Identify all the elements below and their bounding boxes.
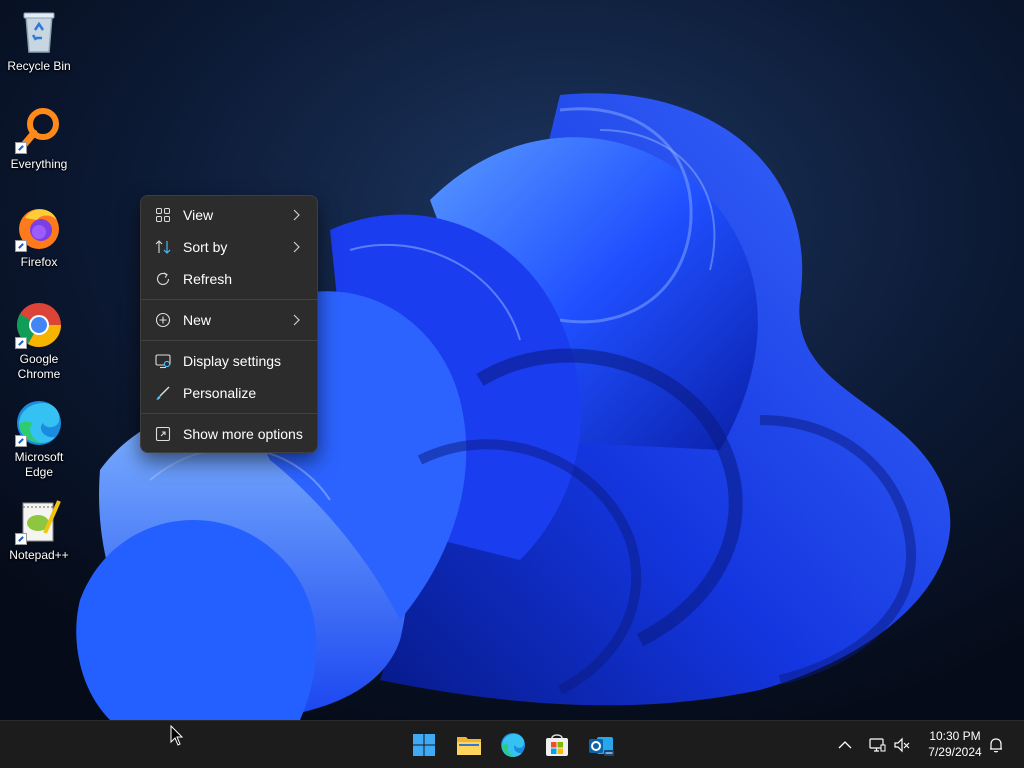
- menu-item-label: View: [183, 207, 214, 223]
- taskbar-edge[interactable]: [497, 729, 529, 761]
- edge-icon: [501, 733, 525, 757]
- clock-date: 7/29/2024: [928, 745, 982, 759]
- chevron-right-icon: [293, 209, 300, 221]
- file-explorer-icon: [457, 737, 481, 755]
- desktop-icon-label: Everything: [10, 157, 68, 171]
- desktop-icon-label: Notepad++: [9, 548, 69, 562]
- menu-item-view[interactable]: View: [145, 200, 313, 230]
- menu-separator: [141, 340, 317, 341]
- desktop-icon-notepadpp[interactable]: Notepad++: [4, 497, 74, 563]
- volume-muted-icon[interactable]: [892, 735, 912, 755]
- menu-item-label: Refresh: [183, 271, 233, 287]
- menu-item-label: Show more options: [183, 426, 303, 442]
- menu-item-personalize[interactable]: Personalize: [145, 378, 313, 408]
- menu-item-label: Display settings: [183, 353, 282, 369]
- store-icon: [546, 734, 568, 756]
- shortcut-arrow-icon: [15, 435, 27, 447]
- menu-item-label: Sort by: [183, 239, 228, 255]
- chevron-right-icon: [293, 314, 300, 326]
- desktop-icon-label: Firefox: [20, 255, 58, 269]
- outlook-icon: [589, 737, 614, 756]
- menu-item-sort-by[interactable]: Sort by: [145, 232, 313, 262]
- taskbar-clock[interactable]: 10:30 PM 7/29/2024: [914, 728, 996, 760]
- taskbar-microsoft-store[interactable]: [541, 729, 573, 761]
- chevron-right-icon: [293, 241, 300, 253]
- taskbar: 10:30 PM 7/29/2024: [0, 720, 1024, 768]
- taskbar-outlook[interactable]: [585, 729, 617, 761]
- start-icon: [413, 734, 435, 756]
- shortcut-arrow-icon: [15, 142, 27, 154]
- refresh-icon: [156, 272, 170, 285]
- notification-bell-icon[interactable]: [986, 735, 1006, 755]
- everything-icon: [15, 106, 63, 154]
- clock-time: 10:30 PM: [929, 729, 981, 743]
- shortcut-arrow-icon: [15, 533, 27, 545]
- display-settings-icon: [155, 354, 171, 369]
- menu-separator: [141, 413, 317, 414]
- menu-item-display-settings[interactable]: Display settings: [145, 346, 313, 376]
- desktop[interactable]: Recycle Bin Everything Firefox Google Ch…: [0, 0, 1024, 720]
- desktop-icon-everything[interactable]: Everything: [4, 106, 74, 172]
- menu-item-label: Personalize: [183, 385, 257, 401]
- desktop-icon-label: Microsoft Edge: [14, 450, 64, 479]
- menu-item-show-more-options[interactable]: Show more options: [145, 419, 313, 449]
- desktop-context-menu: View Sort by Refresh New Display setting…: [140, 195, 318, 453]
- desktop-icon-recycle-bin[interactable]: Recycle Bin: [4, 8, 74, 74]
- menu-separator: [141, 299, 317, 300]
- chrome-icon: [15, 301, 63, 349]
- start-button[interactable]: [408, 729, 440, 761]
- desktop-icon-microsoft-edge[interactable]: Microsoft Edge: [4, 399, 74, 480]
- chevron-up-icon[interactable]: [835, 735, 855, 755]
- shortcut-arrow-icon: [15, 337, 27, 349]
- recycle-bin-icon: [15, 8, 63, 56]
- view-grid-icon: [156, 208, 170, 222]
- desktop-icon-label: Google Chrome: [17, 352, 61, 381]
- mouse-cursor-icon: [170, 725, 184, 746]
- brush-icon: [156, 386, 170, 400]
- shortcut-arrow-icon: [15, 240, 27, 252]
- menu-item-label: New: [183, 312, 212, 328]
- desktop-icon-label: Recycle Bin: [7, 59, 71, 73]
- notepadpp-icon: [15, 497, 63, 545]
- taskbar-file-explorer[interactable]: [453, 729, 485, 761]
- more-options-icon: [155, 426, 171, 442]
- network-icon[interactable]: [867, 735, 887, 755]
- new-plus-icon: [155, 312, 171, 328]
- menu-item-new[interactable]: New: [145, 305, 313, 335]
- menu-item-refresh[interactable]: Refresh: [145, 264, 313, 294]
- desktop-icon-firefox[interactable]: Firefox: [4, 204, 74, 270]
- sort-icon: [155, 240, 171, 254]
- desktop-icon-google-chrome[interactable]: Google Chrome: [4, 301, 74, 382]
- firefox-icon: [15, 204, 63, 252]
- edge-icon: [15, 399, 63, 447]
